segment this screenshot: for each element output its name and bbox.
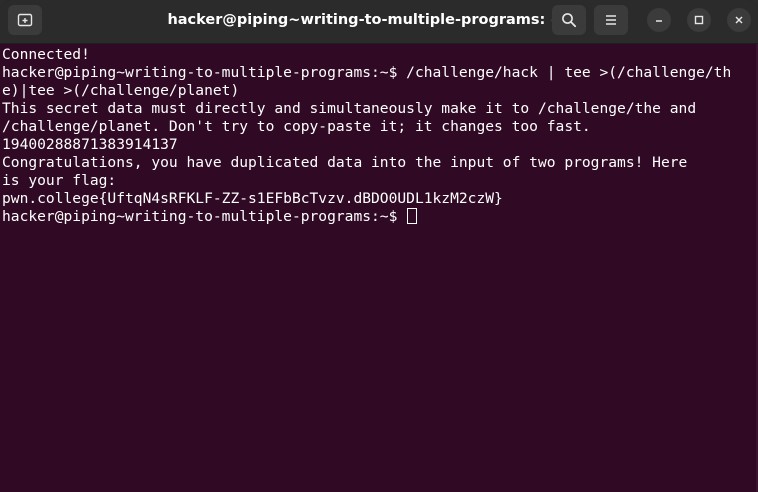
output-line: is your flag: (2, 172, 117, 189)
search-button[interactable] (552, 5, 586, 35)
menu-button[interactable] (594, 5, 628, 35)
maximize-icon (694, 15, 704, 25)
minimize-button[interactable] (647, 8, 671, 32)
output-line: /challenge/planet. Don't try to copy-pas… (2, 118, 591, 135)
title-bar[interactable]: hacker@piping~writing-to-multiple-progra… (0, 0, 758, 44)
new-tab-button[interactable] (8, 5, 42, 35)
output-line: 19400288871383914137 (2, 136, 178, 153)
hamburger-menu-icon (606, 15, 616, 25)
terminal-output: Connected! hacker@piping~writing-to-mult… (2, 46, 731, 226)
search-icon (562, 13, 577, 28)
terminal-window: hacker@piping~writing-to-multiple-progra… (0, 0, 758, 492)
maximize-button[interactable] (687, 8, 711, 32)
terminal-area[interactable]: Connected! hacker@piping~writing-to-mult… (0, 44, 758, 492)
output-line: e)|tee >(/challenge/planet) (2, 82, 240, 99)
window-title: hacker@piping~writing-to-multiple-progra… (167, 12, 563, 28)
output-line: Congratulations, you have duplicated dat… (2, 154, 688, 171)
shell-prompt: hacker@piping~writing-to-multiple-progra… (2, 208, 407, 225)
new-tab-icon (17, 13, 33, 27)
flag-line: pwn.college{UftqN4sRFKLF-ZZ-s1EFbBcTvzv.… (2, 190, 503, 207)
output-line: Connected! (2, 46, 90, 63)
output-line: hacker@piping~writing-to-multiple-progra… (2, 64, 732, 81)
close-button[interactable] (727, 8, 751, 32)
text-cursor[interactable] (407, 208, 418, 224)
close-icon (735, 16, 743, 24)
minimize-icon (656, 20, 662, 22)
output-line: This secret data must directly and simul… (2, 100, 697, 117)
